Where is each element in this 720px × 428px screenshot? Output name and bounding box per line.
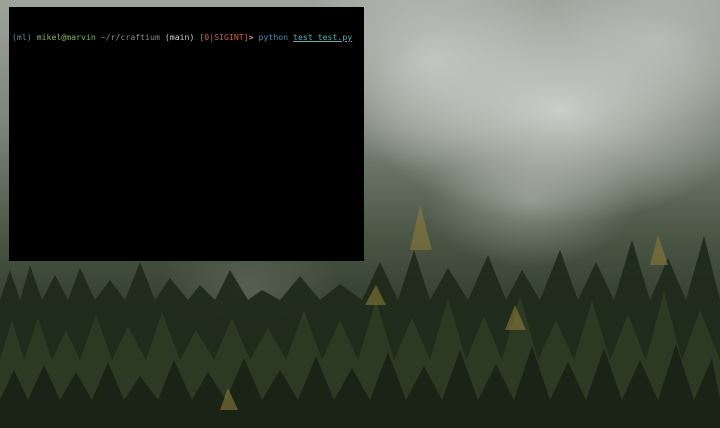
- prompt-arrow: >: [248, 32, 254, 42]
- env-indicator: (ml): [12, 32, 32, 42]
- git-branch: (main): [164, 32, 195, 42]
- current-path: ~/r/craftium: [100, 32, 160, 42]
- command-argument[interactable]: test_test.py: [293, 32, 352, 42]
- user-host: mikel@marvin: [36, 32, 96, 42]
- terminal-window[interactable]: (ml) mikel@marvin ~/r/craftium (main) [0…: [9, 7, 364, 261]
- command-text[interactable]: python: [259, 32, 289, 42]
- exit-status: [0|SIGINT]: [199, 32, 249, 42]
- terminal-prompt-line: (ml) mikel@marvin ~/r/craftium (main) [0…: [12, 32, 361, 45]
